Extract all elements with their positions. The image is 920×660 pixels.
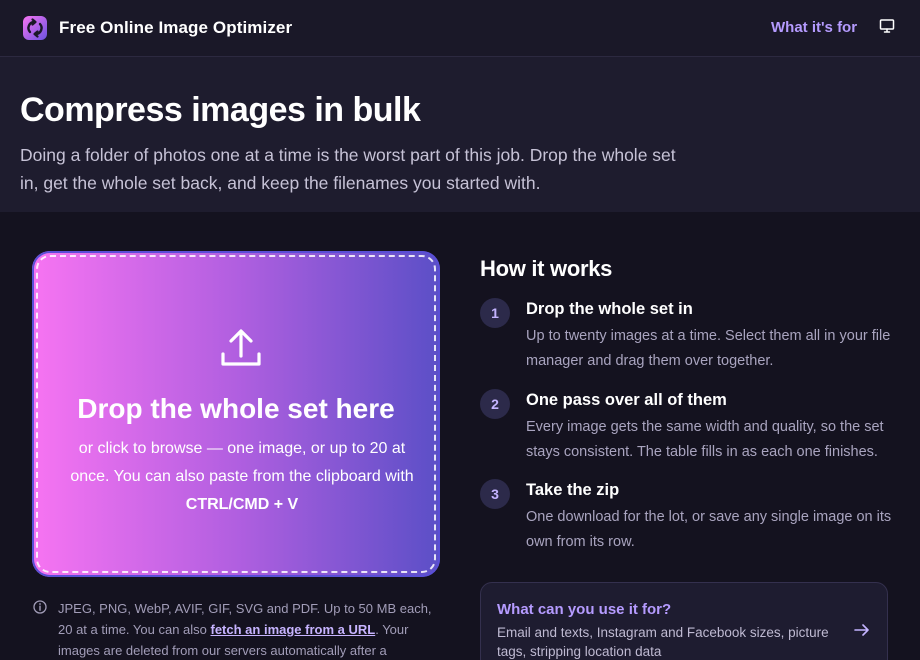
- dropzone-instructions-text: or click to browse — one image, or up to…: [70, 440, 414, 485]
- monitor-icon[interactable]: [879, 18, 895, 34]
- step-description: Every image gets the same width and qual…: [526, 419, 884, 460]
- brand-name[interactable]: Free Online Image Optimizer: [59, 18, 292, 38]
- use-cases-card[interactable]: What can you use it for? Email and texts…: [480, 582, 888, 660]
- page-subtitle: Doing a folder of photos one at a time i…: [20, 145, 676, 193]
- upload-icon: [221, 329, 261, 366]
- info-icon: [33, 600, 47, 614]
- step-number: 2: [480, 389, 510, 419]
- page-title: Compress images in bulk: [20, 91, 421, 129]
- top-bar: Free Online Image Optimizer What it's fo…: [0, 0, 920, 57]
- card-description: Email and texts, Instagram and Facebook …: [497, 625, 829, 659]
- card-title: What can you use it for?: [497, 601, 672, 618]
- dropzone-instructions: or click to browse — one image, or up to…: [62, 435, 422, 519]
- paste-shortcut: CTRL/CMD + V: [185, 496, 299, 513]
- dropzone-dashed-border: Drop the whole set here or click to brow…: [36, 255, 436, 573]
- step-number: 3: [480, 479, 510, 509]
- how-it-works-title: How it works: [480, 256, 613, 281]
- step-title: Take the zip: [526, 481, 620, 499]
- upload-dropzone[interactable]: Drop the whole set here or click to brow…: [32, 251, 440, 577]
- step-title: One pass over all of them: [526, 391, 727, 409]
- step-title: Drop the whole set in: [526, 300, 693, 318]
- step-description: Up to twenty images at a time. Select th…: [526, 328, 891, 369]
- step-number: 1: [480, 298, 510, 328]
- fetch-url-link[interactable]: fetch an image from a URL: [211, 622, 376, 637]
- arrow-right-icon: [854, 624, 869, 636]
- file-info-text: JPEG, PNG, WebP, AVIF, GIF, SVG and PDF.…: [58, 598, 443, 660]
- nav-link-what-its-for[interactable]: What it's for: [771, 19, 857, 36]
- step-description: One download for the lot, or save any si…: [526, 509, 892, 550]
- logo-icon[interactable]: [22, 15, 48, 41]
- dropzone-title: Drop the whole set here: [77, 393, 395, 424]
- hero-section: Compress images in bulk Doing a folder o…: [0, 57, 920, 212]
